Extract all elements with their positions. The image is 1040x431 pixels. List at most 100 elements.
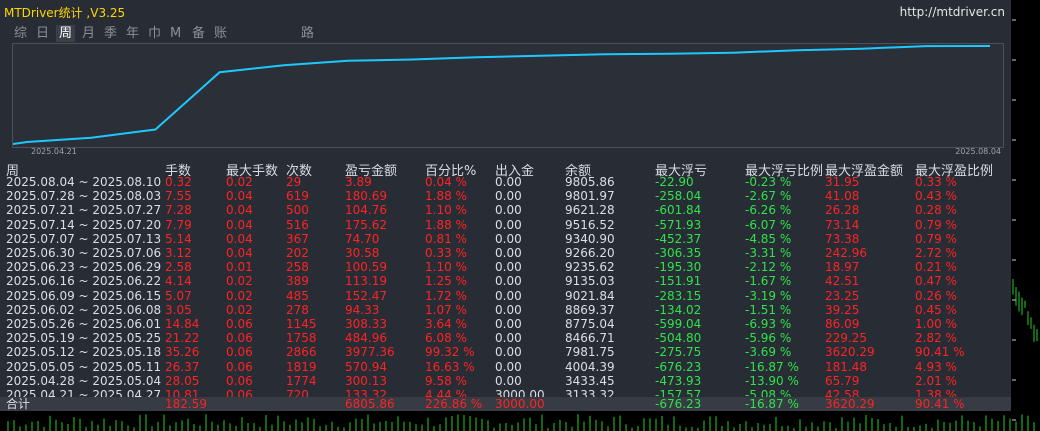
cell-max-float-loss-pct: -13.90 %	[745, 373, 799, 388]
cell-count: 485	[286, 288, 309, 303]
cell-max-float-profit-pct: 2.72 %	[915, 246, 957, 260]
cell-week: 2025.06.30 ~ 2025.07.06	[6, 246, 162, 260]
cell-deposit: 0.00	[495, 217, 522, 232]
tab-month[interactable]: 月	[82, 25, 95, 42]
cell-week: 2025.08.04 ~ 2025.08.10	[6, 175, 162, 189]
cell-percent: 1.07 %	[425, 302, 467, 317]
tab-week[interactable]: 周	[56, 25, 76, 42]
equity-chart: 2025.04.21 2025.08.04	[12, 43, 1004, 156]
cell-max-float-profit: 73.38	[825, 231, 860, 246]
tab-day[interactable]: 日	[36, 25, 49, 42]
total-lots: 182.59	[165, 397, 207, 411]
cell-profit: 152.47	[345, 288, 387, 303]
cell-lots: 26.37	[165, 359, 200, 374]
cell-balance: 8466.71	[565, 331, 615, 346]
cell-max-lots: 0.04	[226, 231, 253, 246]
cell-max-float-profit-pct: 4.93 %	[915, 359, 957, 374]
cell-week: 2025.07.21 ~ 2025.07.27	[6, 203, 162, 218]
cell-week: 2025.04.28 ~ 2025.05.04	[6, 373, 162, 388]
chart-end-date: 2025.08.04	[955, 147, 1001, 156]
cell-max-lots: 0.04	[226, 189, 253, 204]
tab-symbol[interactable]: 巾	[148, 25, 161, 42]
cell-profit: 94.33	[345, 302, 380, 317]
cell-max-float-loss-pct: -4.85 %	[745, 231, 792, 246]
table-row: 2025.07.28 ~ 2025.08.03 7.55 0.04 619 180.69…	[0, 189, 1011, 204]
cell-max-float-profit-pct: 1.00 %	[915, 317, 957, 331]
cell-count: 1145	[286, 317, 317, 331]
table-row: 2025.04.28 ~ 2025.05.04 28.05 0.06 1774 300.…	[0, 374, 1011, 389]
cell-percent: 1.72 %	[425, 288, 467, 303]
website-link[interactable]: http://mtdriver.cn	[900, 5, 1005, 19]
chart-start-date: 2025.04.21	[31, 147, 77, 156]
cell-max-float-profit-pct: 0.45 %	[915, 302, 957, 317]
cell-percent: 16.63 %	[425, 359, 475, 374]
cell-max-float-profit: 229.25	[825, 331, 867, 346]
cell-week: 2025.05.26 ~ 2025.06.01	[6, 317, 162, 331]
cell-max-float-loss: -134.02	[655, 302, 702, 317]
cell-deposit: 0.00	[495, 345, 522, 360]
cell-max-lots: 0.04	[226, 217, 253, 232]
total-label: 合计	[6, 397, 31, 411]
cell-profit: 113.19	[345, 274, 387, 289]
cell-lots: 28.05	[165, 373, 200, 388]
cell-max-lots: 0.02	[226, 288, 253, 303]
cell-lots: 7.55	[165, 189, 192, 204]
tab-quarter[interactable]: 季	[104, 25, 117, 42]
cell-lots: 0.32	[165, 175, 192, 189]
cell-percent: 99.32 %	[425, 345, 475, 360]
cell-max-lots: 0.04	[226, 246, 253, 260]
cell-balance: 9621.28	[565, 203, 615, 218]
cell-max-lots: 0.02	[226, 175, 253, 189]
cell-percent: 9.58 %	[425, 373, 467, 388]
cell-deposit: 0.00	[495, 331, 522, 346]
cell-deposit: 0.00	[495, 189, 522, 204]
cell-percent: 1.88 %	[425, 217, 467, 232]
cell-percent: 0.04 %	[425, 175, 467, 189]
table-row: 2025.06.02 ~ 2025.06.08 3.05 0.02 278 94.33 1…	[0, 303, 1011, 318]
cell-max-float-profit-pct: 0.26 %	[915, 288, 957, 303]
cell-profit: 300.13	[345, 373, 387, 388]
cell-profit: 74.70	[345, 231, 380, 246]
cell-profit: 104.76	[345, 203, 387, 218]
cell-max-lots: 0.04	[226, 203, 253, 218]
cell-balance: 9266.20	[565, 246, 615, 260]
cell-max-float-loss-pct: -3.19 %	[745, 288, 792, 303]
cell-max-float-loss-pct: -6.26 %	[745, 203, 792, 218]
equity-plot	[12, 45, 991, 145]
cell-lots: 2.58	[165, 260, 192, 275]
cell-max-float-loss-pct: -1.51 %	[745, 302, 792, 317]
cell-percent: 1.88 %	[425, 189, 467, 204]
tab-note[interactable]: 备	[192, 25, 205, 42]
cell-max-float-profit: 242.96	[825, 246, 867, 260]
cell-max-float-profit: 41.08	[825, 189, 860, 204]
total-profit: 6805.86	[345, 397, 395, 411]
cell-profit: 100.59	[345, 260, 387, 275]
cell-profit: 308.33	[345, 317, 387, 331]
cell-max-float-profit: 3620.29	[825, 345, 875, 360]
cell-percent: 0.81 %	[425, 231, 467, 246]
tab-magic[interactable]: M	[170, 25, 181, 42]
statistics-panel: MTDriver统计 ,V3.25 http://mtdriver.cn 综 日…	[0, 0, 1011, 411]
cell-max-float-profit: 39.25	[825, 302, 860, 317]
cell-week: 2025.07.07 ~ 2025.07.13	[6, 231, 162, 246]
cell-max-lots: 0.01	[226, 260, 253, 275]
app-title: MTDriver统计 ,V3.25	[4, 6, 126, 20]
cell-max-float-loss: -571.93	[655, 217, 702, 232]
cell-max-float-loss-pct: -3.69 %	[745, 345, 792, 360]
cell-percent: 6.08 %	[425, 331, 467, 346]
cell-max-float-loss: -452.37	[655, 231, 702, 246]
cell-balance: 9021.84	[565, 288, 615, 303]
tab-summary[interactable]: 综	[14, 25, 27, 42]
tab-year[interactable]: 年	[126, 25, 139, 42]
cell-max-lots: 0.06	[226, 345, 253, 360]
cell-count: 367	[286, 231, 309, 246]
cell-count: 389	[286, 274, 309, 289]
cell-max-float-profit: 18.97	[825, 260, 860, 275]
table-row: 2025.06.30 ~ 2025.07.06 3.12 0.04 202 30.58 0…	[0, 246, 1011, 261]
cell-deposit: 0.00	[495, 231, 522, 246]
total-max-float-loss-pct: -16.87 %	[745, 397, 799, 411]
cell-max-float-loss: -601.84	[655, 203, 702, 218]
cell-max-float-profit-pct: 2.82 %	[915, 331, 957, 346]
cell-max-float-loss-pct: -2.67 %	[745, 189, 792, 204]
cell-week: 2025.06.23 ~ 2025.06.29	[6, 260, 162, 275]
